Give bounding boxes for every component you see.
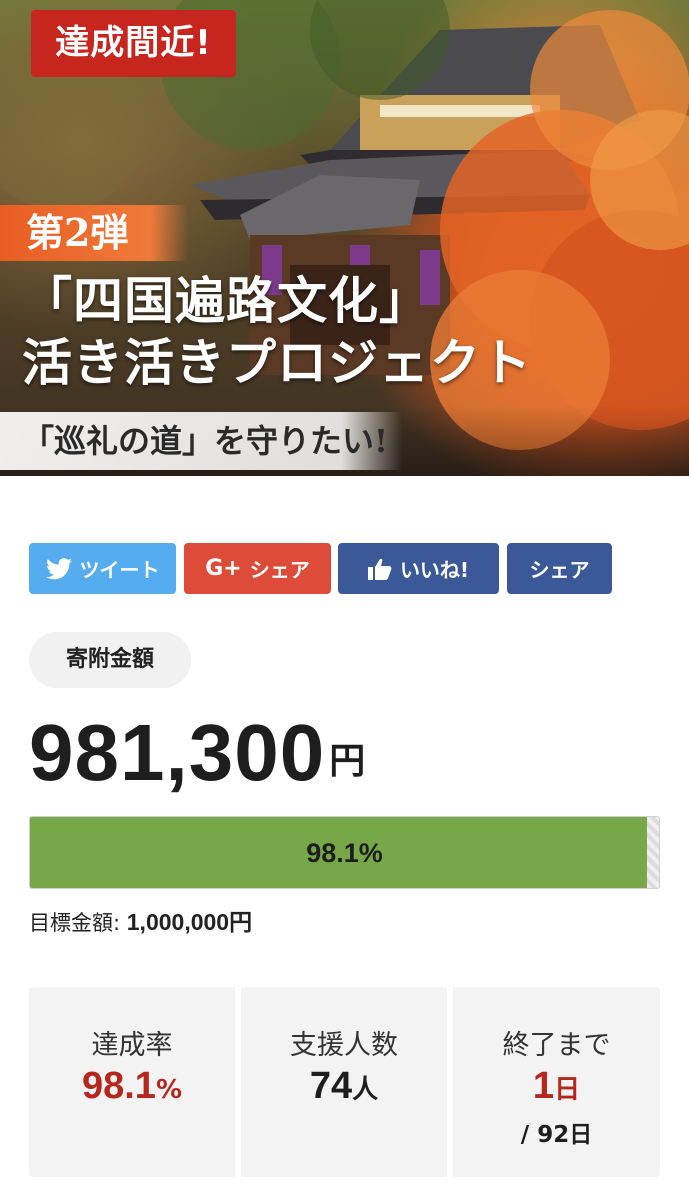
stat-label: 終了まで xyxy=(502,1030,611,1061)
goal-value: 1,000,000円 xyxy=(126,909,253,935)
goal-label: 目標金額: xyxy=(29,911,121,935)
facebook-like-button[interactable]: いいね! xyxy=(338,543,499,594)
tweet-button[interactable]: ツイート xyxy=(29,543,176,594)
stat-value: 1日 xyxy=(453,1065,660,1108)
stat-achievement-rate: 達成率 98.1% xyxy=(29,987,235,1177)
donation-amount: 981,300 円 xyxy=(29,708,365,798)
project-title-line-2: 活き活きプロジェクト xyxy=(22,333,532,392)
stat-value: 74人 xyxy=(241,1065,447,1108)
stat-supporters: 支援人数 74人 xyxy=(241,987,447,1177)
google-plus-share-label: シェア xyxy=(249,558,310,582)
project-hero-image: 達成間近! 第2弾 「四国遍路文化」 活き活きプロジェクト 「巡礼の道」を守りた… xyxy=(0,0,689,476)
stat-days-remaining: 終了まで 1日 / 92日 xyxy=(453,987,660,1177)
google-plus-icon: G+ xyxy=(205,556,242,581)
progress-label: 98.1% xyxy=(306,838,383,868)
goal-amount: 目標金額: 1,000,000円 xyxy=(29,906,252,939)
thumbs-up-icon xyxy=(367,558,392,580)
stat-value: 98.1% xyxy=(29,1065,235,1108)
remaining-unit: 日 xyxy=(554,1075,581,1105)
facebook-share-label: シェア xyxy=(529,558,590,582)
project-title: 「四国遍路文化」 活き活きプロジェクト xyxy=(22,270,532,394)
amount-value: 981,300 xyxy=(29,708,326,797)
stat-label: 支援人数 xyxy=(290,1030,398,1061)
tweet-label: ツイート xyxy=(79,558,160,582)
twitter-bird-icon xyxy=(45,557,72,580)
rate-value: 98.1 xyxy=(81,1065,156,1107)
progress-bar: 98.1% xyxy=(29,816,660,889)
rate-unit: % xyxy=(155,1075,183,1105)
supporters-unit: 人 xyxy=(352,1075,379,1105)
status-badge: 達成間近! xyxy=(31,10,236,77)
facebook-share-button[interactable]: シェア xyxy=(507,543,612,594)
google-plus-share-button[interactable]: G+ シェア xyxy=(184,543,331,594)
project-stats: 達成率 98.1% 支援人数 74人 終了まで 1日 / 92日 xyxy=(29,987,660,1177)
remaining-value: 1 xyxy=(532,1065,555,1107)
project-title-line-1: 「四国遍路文化」 xyxy=(22,271,430,330)
like-label: いいね! xyxy=(399,558,470,582)
project-tagline: 「巡礼の道」を守りたい! xyxy=(0,412,402,470)
stat-label: 達成率 xyxy=(91,1030,173,1061)
donation-amount-pill: 寄附金額 xyxy=(29,632,191,688)
amount-unit: 円 xyxy=(329,741,366,782)
series-label: 第2弾 xyxy=(0,205,188,261)
supporters-value: 74 xyxy=(309,1065,353,1107)
total-days: / 92日 xyxy=(520,1122,593,1148)
